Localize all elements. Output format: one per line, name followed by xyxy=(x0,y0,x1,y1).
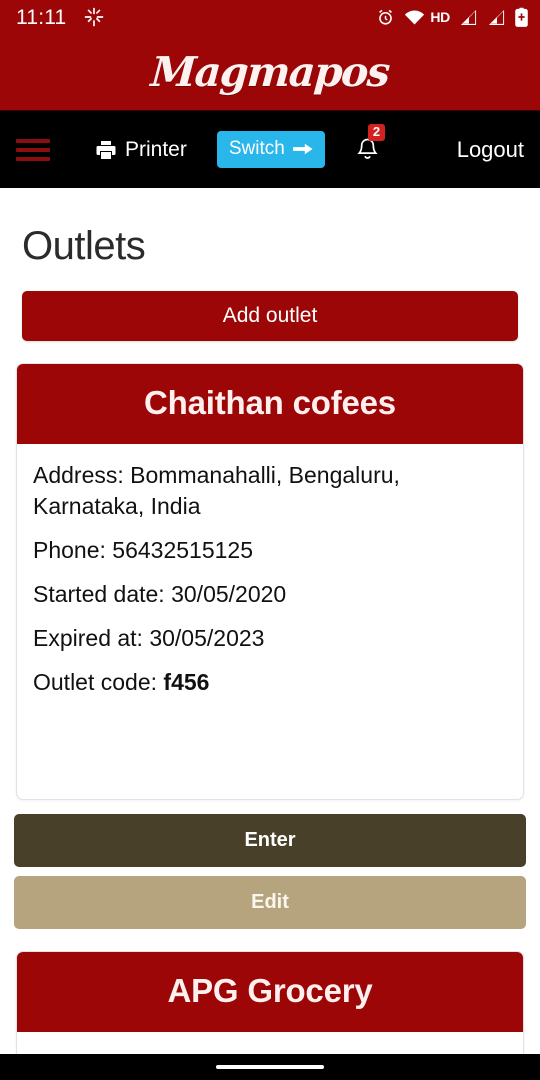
app-notification-icon xyxy=(84,7,104,27)
status-bar: 11:11 HD xyxy=(0,0,540,34)
signal-two-icon xyxy=(487,9,506,26)
printer-icon xyxy=(94,138,118,162)
page-title: Outlets xyxy=(22,224,146,268)
top-navbar: Printer Switch 2 Logout xyxy=(0,110,540,188)
outlet-address: Address: Halasuru, Bengaluru, Karnataka,… xyxy=(33,1048,507,1054)
arrow-right-icon xyxy=(292,141,313,157)
gesture-pill[interactable] xyxy=(216,1065,324,1069)
switch-button[interactable]: Switch xyxy=(216,131,325,168)
status-bar-right-icons: HD xyxy=(376,7,528,27)
add-outlet-button[interactable]: Add outlet xyxy=(22,291,518,341)
printer-label: Printer xyxy=(125,137,187,161)
status-bar-clock: 11:11 xyxy=(16,5,67,29)
alarm-icon xyxy=(376,8,395,27)
outlet-name: APG Grocery xyxy=(17,952,523,1033)
outlet-code-row: Outlet code: f456 xyxy=(33,667,507,698)
printer-button[interactable]: Printer xyxy=(94,138,187,162)
signal-one-icon xyxy=(459,9,478,26)
status-bar-left-icons xyxy=(84,7,104,27)
enter-button[interactable]: Enter xyxy=(14,814,526,868)
outlet-address: Address: Bommanahalli, Bengaluru, Karnat… xyxy=(33,462,400,520)
switch-label: Switch xyxy=(228,138,285,159)
hd-icon: HD xyxy=(430,9,450,25)
brand-header: Magmapos xyxy=(0,34,540,110)
system-gesture-bar xyxy=(0,1054,540,1080)
outlet-details: Address: Halasuru, Bengaluru, Karnataka,… xyxy=(17,1032,523,1054)
outlet-started-date: Started date: 30/05/2020 xyxy=(33,581,287,608)
battery-charging-icon xyxy=(515,7,528,27)
outlet-code-value: f456 xyxy=(163,669,210,696)
app-logo: Magmapos xyxy=(149,48,391,96)
outlet-card: APG Grocery Address: Halasuru, Bengaluru… xyxy=(16,951,524,1054)
app-screen: 11:11 HD Magmapos Printer Switch 2 Logou… xyxy=(0,0,540,1080)
outlet-card: Chaithan cofees Address: Bommanahalli, B… xyxy=(16,363,524,801)
outlet-phone: Phone: 56432515125 xyxy=(33,537,253,564)
outlet-name: Chaithan cofees xyxy=(17,364,523,444)
hamburger-icon[interactable] xyxy=(16,138,50,161)
outlet-details: Address: Bommanahalli, Bengaluru, Karnat… xyxy=(17,444,523,799)
outlet-expired-at: Expired at: 30/05/2023 xyxy=(33,625,265,652)
notification-badge: 2 xyxy=(367,123,386,142)
notifications-button[interactable]: 2 xyxy=(355,123,386,163)
edit-button[interactable]: Edit xyxy=(14,876,526,930)
logout-button[interactable]: Logout xyxy=(457,137,524,163)
outlet-code-label: Outlet code: xyxy=(33,669,158,696)
card-spacer xyxy=(33,711,507,785)
wifi-icon xyxy=(404,9,425,25)
main-content: Outlets Add outlet Chaithan cofees Addre… xyxy=(0,188,540,1054)
